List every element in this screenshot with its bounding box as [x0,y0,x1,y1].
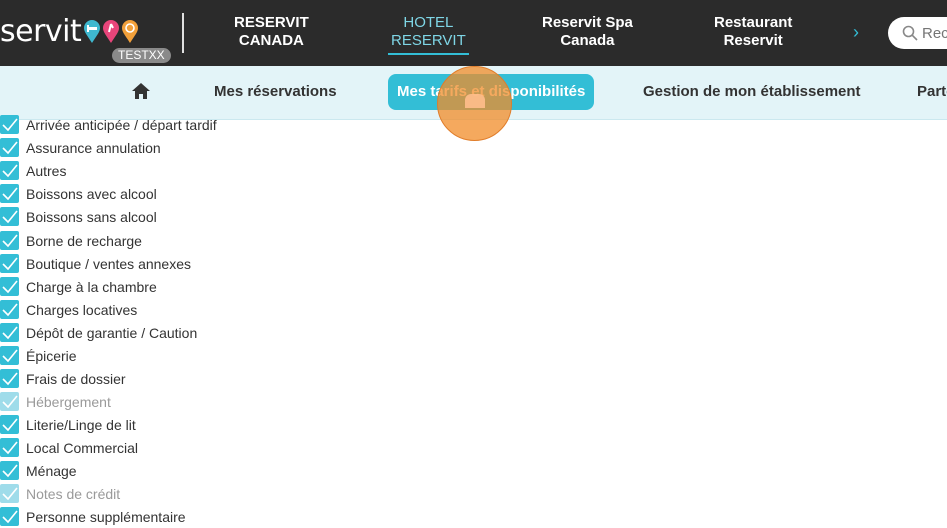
checkbox-label: Local Commercial [26,439,139,456]
list-item[interactable]: Charge à la chambre [0,275,400,298]
checkbox[interactable] [0,277,19,296]
checkbox-label: Boissons sans alcool [26,208,157,225]
brand-line2: RESERVIT [391,32,466,49]
logo-text: servit [0,14,82,49]
checkbox[interactable] [0,369,19,388]
checkbox[interactable] [0,415,19,434]
checkbox-label: Frais de dossier [26,370,126,387]
list-item[interactable]: Ménage [0,459,400,482]
brand-line1: Reservit Spa [542,14,633,31]
list-item[interactable]: Literie/Linge de lit [0,413,400,436]
checkbox-label: Charge à la chambre [26,278,157,295]
checkbox-label: Arrivée anticipée / départ tardif [26,116,217,133]
restaurant-pin-icon [121,20,139,44]
click-indicator [437,66,512,141]
list-item[interactable]: Assurance annulation [0,136,400,159]
list-item[interactable]: Frais de dossier [0,367,400,390]
brand-tab-reservit-spa-canada[interactable]: Reservit Spa Canada [542,14,633,50]
search-box[interactable] [888,17,947,49]
list-item[interactable]: Local Commercial [0,436,400,459]
checkbox-label: Autres [26,162,67,179]
checkbox[interactable] [0,507,19,526]
list-item[interactable]: Épicerie [0,344,400,367]
list-item: Hébergement [0,390,400,413]
list-item[interactable]: Arrivée anticipée / départ tardif [0,113,400,136]
brand-line2: Reservit [723,32,783,49]
checkbox-label: Personne supplémentaire [26,508,186,525]
brand-tab-reservit-canada[interactable]: RESERVIT CANADA [234,14,309,50]
checkbox [0,484,19,503]
brand-line2: Canada [560,32,615,49]
logo[interactable]: servit [0,14,139,50]
checkbox[interactable] [0,300,19,319]
bed-pin-icon [83,20,101,44]
checkbox-label: Dépôt de garantie / Caution [26,324,198,341]
brand-tab-hotel-reservit[interactable]: HOTEL RESERVIT [388,14,469,55]
checkbox [0,392,19,411]
checkbox[interactable] [0,115,19,134]
cursor-hand-icon [465,94,485,108]
checkbox[interactable] [0,461,19,480]
brand-line1: Restaurant [714,14,793,31]
checkbox-label: Borne de recharge [26,232,142,249]
checkbox-label: Hébergement [26,393,111,410]
checkbox-label: Notes de crédit [26,485,121,502]
chevron-right-icon[interactable]: › [853,22,859,43]
list-item[interactable]: Autres [0,159,400,182]
top-bar: servit TESTXX RESERVIT CANADA HOTEL RESE… [0,0,947,66]
checkbox[interactable] [0,323,19,342]
checkbox[interactable] [0,346,19,365]
list-item[interactable]: Boutique / ventes annexes [0,252,400,275]
checkbox-label: Boutique / ventes annexes [26,255,192,272]
nav-gestion-etablissement[interactable]: Gestion de mon établissement [643,82,861,102]
brand-line2: CANADA [238,32,304,49]
list-item: Notes de crédit [0,482,400,505]
checkbox-label: Assurance annulation [26,139,161,156]
brand-tab-restaurant-reservit[interactable]: Restaurant Reservit [714,14,792,50]
search-input[interactable] [922,24,947,42]
checkbox[interactable] [0,254,19,273]
checkbox[interactable] [0,438,19,457]
active-tab-underline [388,53,469,55]
logo-divider [182,13,184,53]
checkbox-label: Ménage [26,462,77,479]
spa-pin-icon [102,20,120,44]
list-item[interactable]: Borne de recharge [0,229,400,252]
checkbox[interactable] [0,138,19,157]
nav-partenaires[interactable]: Parte [917,82,947,102]
brand-line1: RESERVIT [234,14,309,31]
logo-pins [83,20,139,44]
checkbox[interactable] [0,184,19,203]
checkbox-label: Charges locatives [26,301,138,318]
nav-mes-reservations[interactable]: Mes réservations [214,82,337,102]
checkbox[interactable] [0,207,19,226]
list-item[interactable]: Boissons avec alcool [0,182,400,205]
home-icon[interactable] [131,81,151,101]
brand-line1: HOTEL [403,14,454,31]
checkbox-label: Boissons avec alcool [26,185,157,202]
account-badge: TESTXX [112,48,171,63]
checkbox[interactable] [0,161,19,180]
checkbox-label: Épicerie [26,347,77,364]
list-item[interactable]: Charges locatives [0,298,400,321]
search-icon [902,25,918,41]
checkbox-label: Literie/Linge de lit [26,416,136,433]
list-item[interactable]: Dépôt de garantie / Caution [0,321,400,344]
checkbox[interactable] [0,231,19,250]
list-item[interactable]: Boissons sans alcool [0,205,400,228]
list-item[interactable]: Personne supplémentaire [0,505,400,528]
